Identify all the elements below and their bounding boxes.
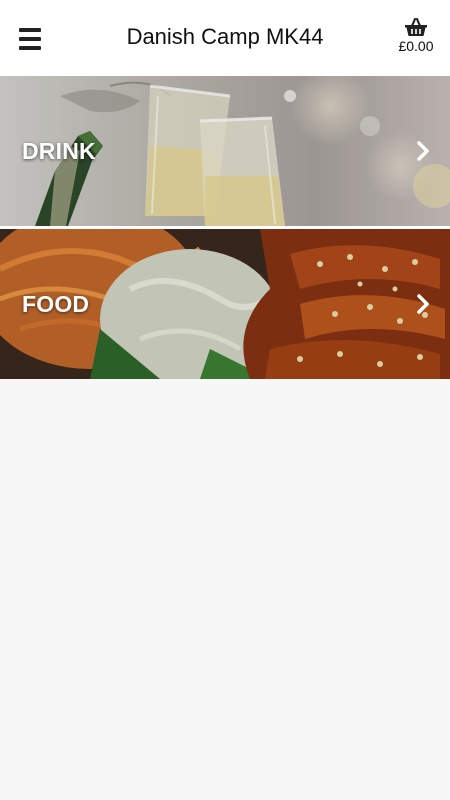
category-label: FOOD bbox=[22, 291, 90, 317]
chevron-right-icon bbox=[417, 141, 429, 161]
chevron-right-icon bbox=[417, 294, 429, 314]
category-drink[interactable]: DRINK bbox=[0, 76, 450, 226]
basket-button[interactable]: £0.00 bbox=[396, 17, 436, 61]
category-label: DRINK bbox=[22, 138, 96, 164]
page-title: Danish Camp MK44 bbox=[126, 24, 324, 49]
basket-total: £0.00 bbox=[398, 38, 434, 54]
basket-icon bbox=[405, 17, 427, 36]
app-header: Danish Camp MK44 £0.00 bbox=[0, 0, 450, 76]
category-food[interactable]: FOOD bbox=[0, 229, 450, 379]
